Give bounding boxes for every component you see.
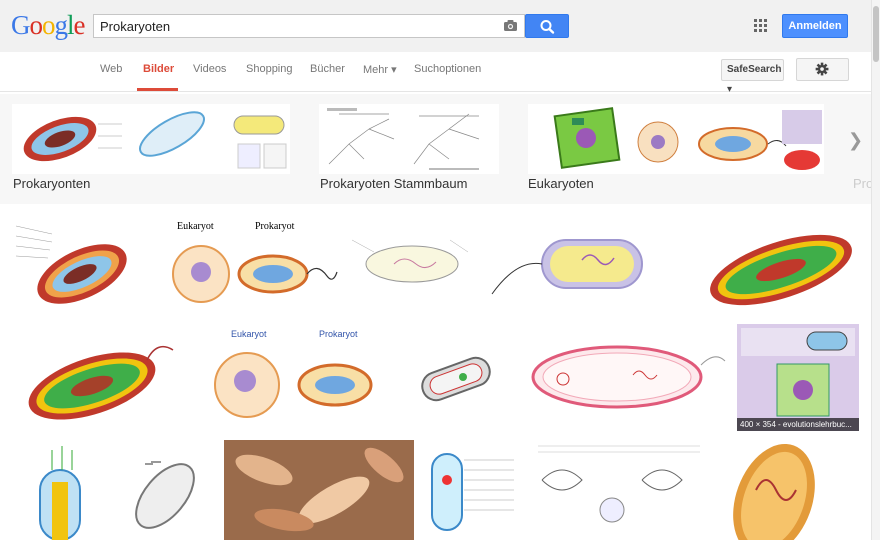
image-result[interactable] (12, 324, 177, 430)
safesearch-dropdown[interactable]: SafeSearch ▾ (721, 59, 784, 95)
tab-web[interactable]: Web (100, 63, 122, 75)
tab-videos[interactable]: Videos (193, 63, 226, 75)
image-result[interactable] (12, 440, 103, 540)
related-thumb-stammbaum[interactable] (319, 104, 499, 174)
image-result[interactable] (513, 325, 728, 427)
image-result[interactable] (689, 214, 859, 310)
image-result[interactable] (350, 232, 473, 294)
related-label[interactable]: Prokaryonten (13, 176, 90, 191)
image-dimensions-label: 400 × 354 - evolutionslehrbuc... (737, 418, 859, 431)
image-result[interactable]: Eukaryot Prokaryot (185, 325, 397, 427)
related-label[interactable]: Prokaryoten Stammbaum (320, 176, 467, 191)
scrollbar-thumb[interactable] (873, 6, 879, 62)
tab-shopping[interactable]: Shopping (246, 63, 293, 75)
svg-text:Eukaryot: Eukaryot (177, 221, 214, 232)
related-label[interactable]: Eukaryoten (528, 176, 594, 191)
image-result[interactable] (12, 216, 134, 316)
search-icon (540, 20, 555, 34)
image-result[interactable] (224, 440, 414, 540)
svg-text:Eukaryot: Eukaryot (231, 329, 267, 339)
image-result[interactable]: Eukaryot Prokaryot (143, 218, 341, 311)
image-result[interactable] (424, 440, 522, 540)
tab-books[interactable]: Bücher (310, 63, 345, 75)
signin-button[interactable]: Anmelden (782, 14, 848, 38)
page-scrollbar[interactable] (871, 0, 880, 540)
chevron-right-icon[interactable]: ❯ (848, 130, 863, 151)
related-thumb-eukaryoten[interactable] (528, 104, 824, 174)
top-bar: Google Anmelden (0, 0, 880, 52)
related-thumb-prokaryonten[interactable] (12, 104, 290, 174)
image-result[interactable] (532, 440, 707, 540)
image-result-hovered[interactable]: 400 × 354 - evolutionslehrbuc... (737, 324, 859, 431)
image-result[interactable] (115, 440, 215, 540)
search-box (93, 14, 525, 38)
settings-button[interactable] (796, 58, 849, 81)
tab-more[interactable]: Mehr ▾ (363, 63, 397, 76)
image-result[interactable] (482, 222, 680, 306)
active-tab-indicator (137, 88, 178, 91)
gear-icon (815, 62, 829, 76)
image-result[interactable] (407, 337, 504, 416)
google-logo[interactable]: Google (11, 10, 85, 41)
search-tabs: Web Bilder Videos Shopping Bücher Mehr ▾… (0, 52, 880, 95)
search-button[interactable] (525, 14, 569, 38)
related-searches: Prokaryonten Prokaryoten Stammbaum Eukar… (0, 94, 873, 204)
apps-grid-icon[interactable] (754, 19, 767, 32)
svg-text:Prokaryot: Prokaryot (319, 329, 358, 339)
image-result[interactable] (716, 440, 858, 540)
tab-search-options[interactable]: Suchoptionen (414, 63, 481, 75)
svg-text:Prokaryot: Prokaryot (255, 221, 295, 232)
camera-icon[interactable] (503, 19, 518, 32)
tab-images[interactable]: Bilder (143, 63, 174, 75)
search-input[interactable] (94, 15, 494, 37)
